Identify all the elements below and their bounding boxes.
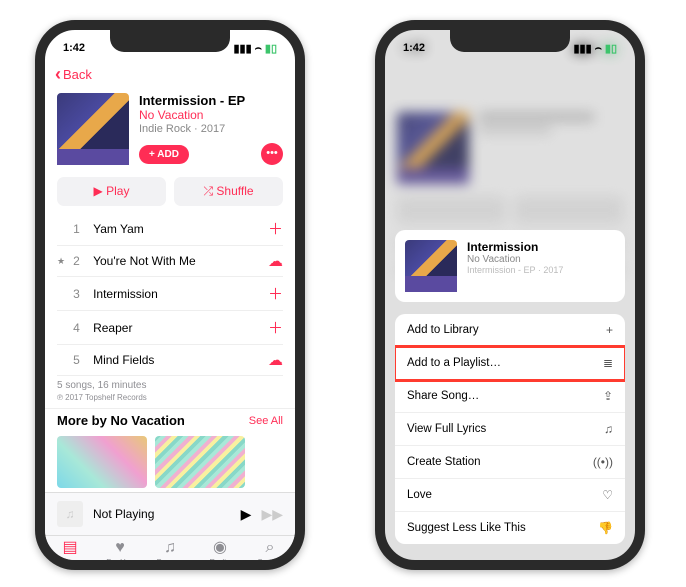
album-title: Intermission - EP	[139, 93, 283, 108]
add-icon[interactable]: ＋	[268, 218, 283, 239]
song-art	[405, 240, 457, 292]
menu-add-to-library[interactable]: Add to Library +	[395, 314, 625, 347]
more-actions-button[interactable]: •••	[261, 143, 283, 165]
play-button[interactable]: ▶ Play	[57, 177, 166, 206]
track-row[interactable]: ★ 5 Mind Fields ☁	[57, 345, 283, 376]
tab-library[interactable]: ▤Library	[45, 540, 95, 560]
action-menu: Add to Library + Add to a Playlist… ≣ Sh…	[395, 314, 625, 544]
menu-view-lyrics[interactable]: View Full Lyrics ♫	[395, 413, 625, 446]
station-icon: ((•))	[593, 455, 613, 469]
phone-action-sheet: 1:42 ▮▮▮ ⌢ ▮▯ 1:42	[375, 20, 645, 570]
related-album-card[interactable]	[57, 436, 147, 488]
add-button[interactable]: + ADD	[139, 145, 189, 164]
status-time: 1:42	[63, 42, 85, 54]
menu-create-station[interactable]: Create Station ((•))	[395, 446, 625, 479]
song-album: Intermission - EP · 2017	[467, 265, 563, 275]
track-row[interactable]: ★ 2 You're Not With Me ☁	[57, 246, 283, 277]
track-list: ★ 1 Yam Yam ＋ ★ 2 You're Not With Me ☁ ★…	[45, 212, 295, 376]
now-playing-bar[interactable]: ♫ Not Playing ▶ ▶▶	[45, 492, 295, 535]
radio-icon: ◉	[195, 540, 245, 556]
more-by-heading: More by No Vacation	[57, 413, 185, 428]
song-title: Intermission	[467, 240, 563, 254]
notch	[450, 30, 570, 52]
menu-suggest-less[interactable]: Suggest Less Like This 👎	[395, 512, 625, 544]
back-button[interactable]: ‹ Back	[45, 62, 295, 87]
track-row[interactable]: ★ 4 Reaper ＋	[57, 311, 283, 345]
now-playing-art: ♫	[57, 501, 83, 527]
tab-browse[interactable]: ♫Browse	[145, 540, 195, 560]
tab-radio[interactable]: ◉Radio	[195, 540, 245, 560]
album-header: Intermission - EP No Vacation Indie Rock…	[45, 87, 295, 171]
heart-icon: ♡	[602, 488, 613, 502]
signal-icon: ▮▮▮	[233, 42, 251, 55]
tab-search[interactable]: ⌕Search	[245, 540, 295, 560]
download-icon[interactable]: ☁	[268, 351, 283, 369]
dislike-icon: 👎	[598, 521, 613, 535]
shuffle-button[interactable]: ⤮ Shuffle	[174, 177, 283, 206]
heart-icon: ♥	[95, 540, 145, 556]
related-album-card[interactable]	[155, 436, 245, 488]
lyrics-icon: ♫	[604, 422, 613, 436]
browse-icon: ♫	[145, 540, 195, 556]
battery-icon: ▮▯	[265, 42, 277, 55]
see-all-link[interactable]: See All	[249, 415, 283, 427]
album-art[interactable]	[57, 93, 129, 165]
wifi-icon: ⌢	[255, 42, 262, 55]
next-icon[interactable]: ▶▶	[261, 506, 283, 523]
copyright: ℗ 2017 Topshelf Records	[45, 393, 295, 408]
download-icon[interactable]: ☁	[268, 252, 283, 270]
status-time: 1:42	[403, 42, 425, 54]
now-playing-title: Not Playing	[93, 507, 231, 521]
star-icon: ★	[57, 256, 65, 267]
share-icon: ⇪	[603, 389, 613, 403]
playlist-icon: ≣	[603, 356, 613, 370]
action-sheet-overlay[interactable]: Intermission No Vacation Intermission - …	[385, 30, 635, 560]
menu-share-song[interactable]: Share Song… ⇪	[395, 380, 625, 413]
wifi-icon: ⌢	[595, 42, 602, 55]
play-icon[interactable]: ▶	[241, 506, 252, 523]
add-icon[interactable]: ＋	[268, 317, 283, 338]
album-genre: Indie Rock · 2017	[139, 123, 283, 135]
track-row[interactable]: ★ 1 Yam Yam ＋	[57, 212, 283, 246]
library-icon: ▤	[45, 540, 95, 556]
search-icon: ⌕	[245, 540, 295, 556]
tab-for-you[interactable]: ♥For You	[95, 540, 145, 560]
battery-icon: ▮▯	[605, 42, 617, 55]
menu-add-to-playlist[interactable]: Add to a Playlist… ≣	[395, 347, 625, 380]
plus-icon: +	[606, 323, 613, 337]
menu-love[interactable]: Love ♡	[395, 479, 625, 512]
song-preview-card: Intermission No Vacation Intermission - …	[395, 230, 625, 302]
signal-icon: ▮▮▮	[573, 42, 591, 55]
back-label: Back	[63, 67, 92, 82]
track-row[interactable]: ★ 3 Intermission ＋	[57, 277, 283, 311]
notch	[110, 30, 230, 52]
album-artist[interactable]: No Vacation	[139, 108, 283, 122]
song-artist: No Vacation	[467, 254, 563, 265]
phone-album-view: 1:42 ▮▮▮ ⌢ ▮▯ ‹ Back Intermission - EP N…	[35, 20, 305, 570]
track-summary: 5 songs, 16 minutes	[45, 376, 295, 393]
tab-bar: ▤Library ♥For You ♫Browse ◉Radio ⌕Search	[45, 535, 295, 560]
add-icon[interactable]: ＋	[268, 283, 283, 304]
chevron-left-icon: ‹	[55, 64, 61, 85]
